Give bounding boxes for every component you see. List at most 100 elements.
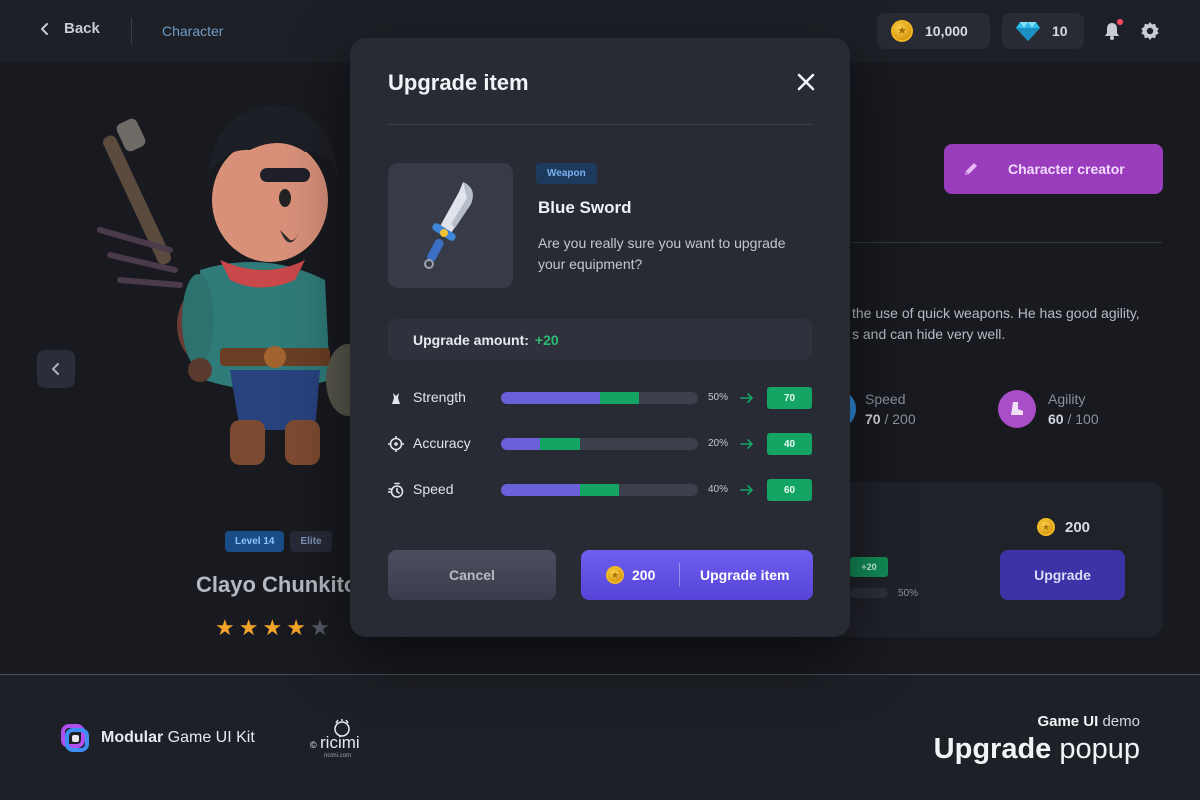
character-creator-button[interactable]: Character creator	[944, 144, 1163, 194]
stat-name: Strength	[413, 389, 466, 405]
stat-gain-fill	[540, 438, 580, 450]
agility-max: / 100	[1063, 411, 1099, 427]
stat-base-fill	[501, 484, 580, 496]
coins-counter[interactable]: 10,000	[877, 13, 990, 49]
card-progress-bar	[850, 588, 888, 598]
coins-value: 10,000	[925, 23, 968, 39]
speed-max: / 200	[880, 411, 916, 427]
stat-row-speed: Speed 40% 60	[388, 478, 812, 502]
stat-name: Speed	[413, 481, 454, 497]
stat-progress-bar	[501, 484, 698, 496]
sword-icon	[423, 181, 473, 269]
stat-gain-fill	[579, 484, 620, 496]
star-filled-icon: ★	[215, 615, 235, 640]
character-name: Clayo Chunkito	[196, 572, 358, 597]
stat-progress-bar	[501, 438, 698, 450]
close-icon[interactable]	[796, 72, 816, 92]
upgrade-amount-value: +20	[534, 331, 559, 348]
kit-name-rest: Game UI Kit	[163, 729, 255, 746]
agility-stat-value: 60 / 100	[1048, 411, 1099, 427]
svg-text:ricimi: ricimi	[320, 733, 360, 752]
character-figure	[97, 105, 370, 465]
ricimi-logo: © ricimi ricimi.com	[310, 719, 360, 759]
chevron-left-icon	[41, 22, 48, 35]
stat-row-strength: Strength 50% 70	[388, 386, 812, 410]
star-filled-icon: ★	[286, 615, 306, 640]
stat-base-fill	[501, 392, 600, 404]
arrow-right-icon	[740, 393, 753, 403]
breadcrumb[interactable]: Character	[162, 23, 223, 39]
item-name: Blue Sword	[538, 198, 632, 217]
gems-value: 10	[1052, 23, 1068, 39]
upgrade-amount-box: Upgrade amount: +20	[388, 319, 812, 360]
stat-row-accuracy: Accuracy 20% 40	[388, 432, 812, 456]
gear-icon[interactable]	[1140, 21, 1160, 41]
card-progress-percent: 50%	[898, 588, 919, 599]
demo-caption-bold: Game UI	[1037, 713, 1099, 730]
speed-stat-label: Speed	[865, 391, 906, 407]
previous-character-button[interactable]	[37, 350, 75, 388]
demo-title-rest: popup	[1051, 733, 1140, 765]
modal-divider	[388, 124, 812, 125]
pencil-icon	[965, 163, 977, 175]
kit-name: Modular Game UI Kit	[101, 729, 255, 747]
stopwatch-icon	[388, 482, 404, 498]
chevron-left-icon	[52, 363, 59, 375]
card-price: 200	[1037, 518, 1090, 536]
character-badges: Level 14 Elite	[225, 531, 332, 552]
item-type-tag: Weapon	[536, 163, 597, 184]
character-creator-label: Character creator	[1008, 161, 1125, 177]
demo-caption: Game UI demo	[1037, 713, 1140, 730]
boot-icon	[1011, 402, 1023, 415]
stat-percent: 40%	[708, 484, 729, 495]
back-button[interactable]: Back	[38, 20, 100, 37]
modal-title: Upgrade item	[388, 70, 529, 95]
strength-icon	[392, 393, 400, 404]
arrow-right-icon	[740, 485, 753, 495]
demo-title-bold: Upgrade	[933, 733, 1052, 765]
gems-counter[interactable]: 10	[1002, 13, 1084, 49]
arrow-right-icon	[740, 439, 753, 449]
upgrade-amount-label: Upgrade amount:	[413, 331, 529, 348]
stat-percent: 20%	[708, 438, 729, 449]
agility-stat-label: Agility	[1048, 391, 1086, 407]
confirm-question: Are you really sure you want to upgrade …	[538, 235, 786, 272]
crosshair-icon	[388, 436, 404, 452]
description-line: the use of quick weapons. He has good ag…	[852, 305, 1140, 321]
stat-percent: 50%	[708, 392, 729, 403]
description-line: s and can hide very well.	[852, 326, 1006, 342]
kit-name-bold: Modular	[101, 729, 164, 746]
star-empty-icon: ★	[309, 615, 330, 640]
coin-icon	[1037, 518, 1055, 536]
upgrade-item-button[interactable]: 200 Upgrade item	[581, 550, 813, 600]
rank-badge: Elite	[290, 531, 332, 552]
stat-name: Accuracy	[413, 435, 471, 451]
upgrade-item-modal: Upgrade item Weapon Blue Sword Are you r…	[350, 38, 850, 637]
rating-stars: ★ ★ ★ ★ ★	[215, 617, 330, 639]
topbar-divider	[131, 18, 132, 44]
gem-icon	[1016, 22, 1040, 41]
cancel-button[interactable]: Cancel	[388, 550, 556, 600]
upgrade-item-label: Upgrade item	[700, 567, 790, 583]
speed-current: 70	[865, 411, 881, 427]
panel-divider	[850, 242, 1162, 243]
stat-new-value: 70	[767, 387, 812, 409]
button-divider	[679, 563, 680, 587]
stat-gain-fill	[599, 392, 639, 404]
svg-text:©: ©	[310, 740, 317, 750]
demo-caption-rest: demo	[1098, 713, 1140, 730]
star-filled-icon: ★	[238, 615, 259, 640]
stat-base-fill	[501, 438, 541, 450]
star-filled-icon: ★	[262, 615, 283, 640]
upgrade-button[interactable]: Upgrade	[1000, 550, 1125, 600]
upgrade-plus-badge: +20	[850, 557, 888, 577]
upgrade-price: 200	[632, 567, 656, 583]
level-badge: Level 14	[225, 531, 285, 552]
character-description: the use of quick weapons. He has good ag…	[852, 303, 1162, 345]
svg-text:ricimi.com: ricimi.com	[324, 753, 351, 759]
stat-new-value: 60	[767, 479, 812, 501]
agility-icon	[998, 390, 1036, 428]
agility-current: 60	[1048, 411, 1064, 427]
item-thumbnail	[388, 163, 513, 288]
modular-kit-logo	[61, 724, 89, 752]
